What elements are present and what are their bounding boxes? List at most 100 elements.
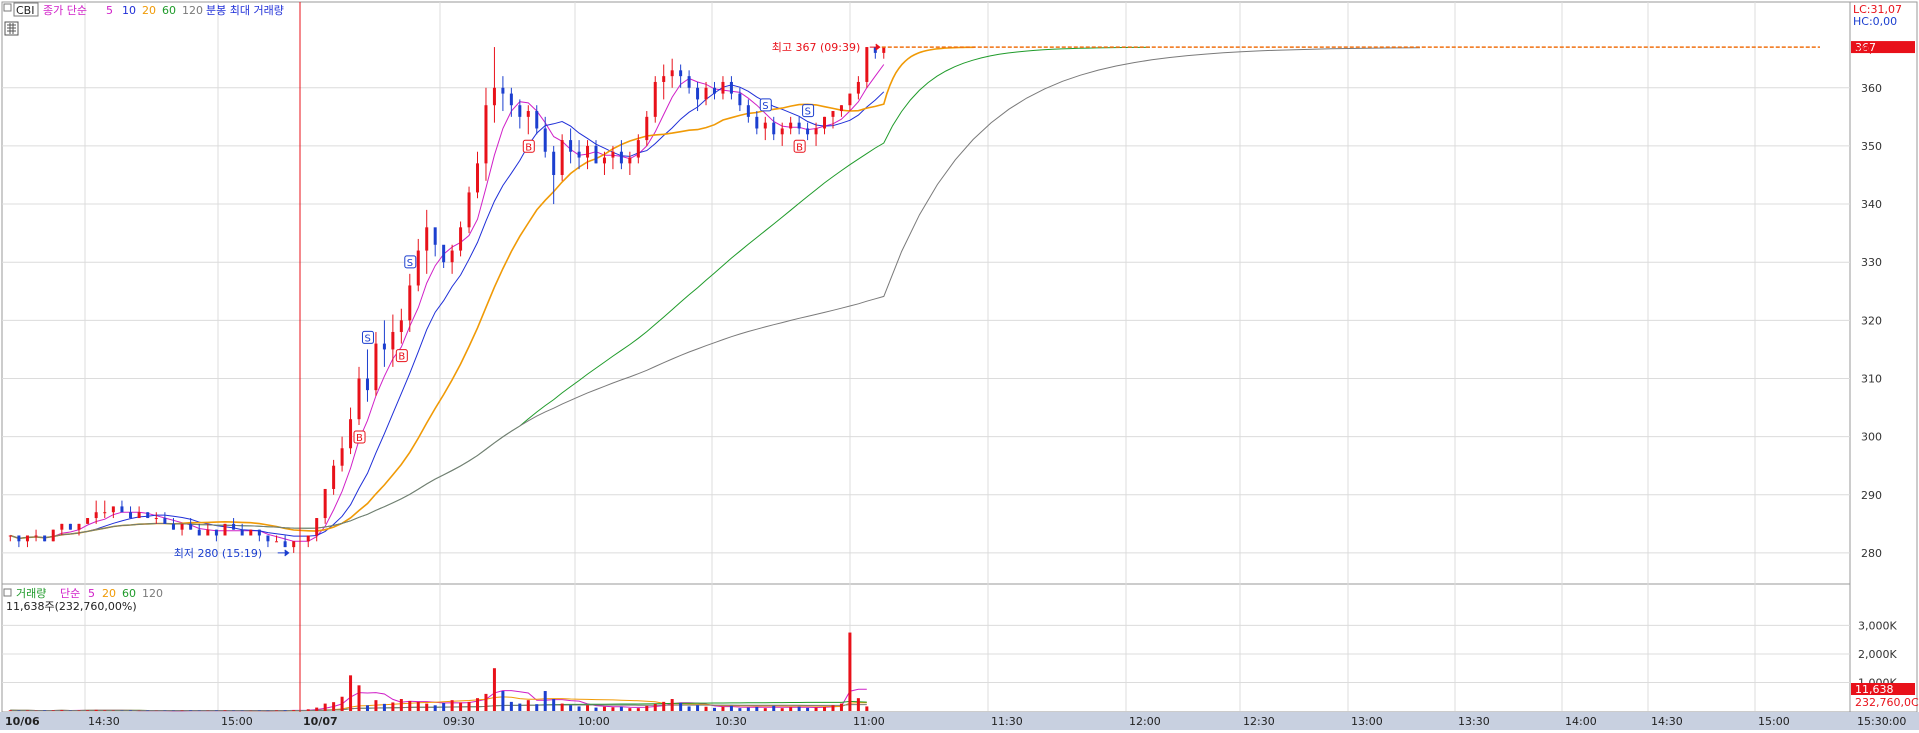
candle-body <box>307 535 310 541</box>
candle-body <box>831 111 834 117</box>
extra-legend: 분봉 최대 거래량 <box>206 4 284 17</box>
candle-body <box>442 245 445 262</box>
candle-body <box>798 123 801 129</box>
buy-signal-letter: B <box>796 142 803 153</box>
candle-body <box>527 111 530 117</box>
candle-body <box>738 94 741 106</box>
volume-bar <box>561 704 564 711</box>
volume-bar <box>307 709 310 711</box>
ma-legend-label: 종가 단순 <box>43 4 87 17</box>
candle-body <box>823 117 826 129</box>
volume-bar <box>349 675 352 711</box>
candle-body <box>17 535 20 541</box>
candle-body <box>772 123 775 135</box>
time-tick-label: 13:00 <box>1351 715 1383 728</box>
volume-bar <box>95 710 98 711</box>
vol-ma5-legend: 5 <box>88 587 95 600</box>
volume-bar <box>611 707 614 711</box>
candle-body <box>730 82 733 94</box>
buy-signal-letter: B <box>356 433 363 444</box>
time-tick-label: 13:30 <box>1458 715 1490 728</box>
volume-bar <box>408 701 411 711</box>
candle-body <box>569 140 572 152</box>
price-tick-label: 310 <box>1861 372 1882 385</box>
last-price-pct: 29,68% <box>1855 43 1897 56</box>
volume-bar <box>78 710 81 711</box>
candle-body <box>383 344 386 350</box>
candle-body <box>510 94 513 106</box>
last-volume-pct: 232,760,0C <box>1855 696 1919 709</box>
volume-legend-checkbox[interactable] <box>4 589 11 596</box>
candle-body <box>671 70 674 76</box>
candle-body <box>434 227 437 244</box>
candle-body <box>315 518 318 535</box>
candle-body <box>26 535 29 541</box>
candle-body <box>391 332 394 349</box>
candle-body <box>721 82 724 94</box>
candle-body <box>628 158 631 164</box>
price-tick-label: 290 <box>1861 489 1882 502</box>
volume-legend-title: 거래량 <box>16 587 46 600</box>
time-tick-label: 10:30 <box>715 715 747 728</box>
candle-body <box>484 105 487 163</box>
volume-bar <box>527 700 530 711</box>
volume-bar <box>468 702 471 711</box>
volume-bar <box>315 708 318 711</box>
volume-bar <box>358 685 361 711</box>
candle-body <box>198 530 201 536</box>
candle-body <box>9 535 12 536</box>
volume-bar <box>730 706 733 711</box>
ma10-legend: 10 <box>122 4 136 17</box>
ma5-legend: 5 <box>106 4 113 17</box>
volume-bar <box>696 705 699 711</box>
time-tick-label: 11:00 <box>853 715 885 728</box>
volume-bar <box>189 710 192 711</box>
volume-bar <box>781 708 784 711</box>
volume-bar <box>103 710 106 711</box>
candle-body <box>544 128 547 151</box>
candle-body <box>815 128 818 134</box>
candle-body <box>275 541 278 542</box>
symbol-label: CBI <box>16 4 34 17</box>
stock-chart[interactable]: BSBSBSBS 2802903003103203303403503601,00… <box>0 0 1919 730</box>
candle-body <box>400 320 403 332</box>
time-tick-label: 15:00 <box>1758 715 1790 728</box>
volume-bar <box>292 710 295 711</box>
candle-body <box>69 524 72 530</box>
time-tick-label: 15:30:00 <box>1857 715 1906 728</box>
time-tick-label: 14:30 <box>88 715 120 728</box>
candle-body <box>713 88 716 94</box>
volume-bar <box>603 707 606 711</box>
volume-bar <box>383 704 386 711</box>
candle-body <box>459 227 462 250</box>
candle-body <box>78 524 81 530</box>
candle-body <box>781 128 784 134</box>
volume-bar <box>713 708 716 711</box>
volume-bar <box>52 710 55 711</box>
volume-bar <box>721 707 724 711</box>
time-tick-label: 09:30 <box>443 715 475 728</box>
volume-bar <box>451 700 454 711</box>
volume-bar <box>391 702 394 711</box>
legend-checkbox[interactable] <box>4 4 11 11</box>
volume-bar <box>86 710 89 711</box>
volume-bar <box>595 708 598 711</box>
ma20-legend: 20 <box>142 4 156 17</box>
candle-body <box>620 152 623 164</box>
price-tick-label: 350 <box>1861 140 1882 153</box>
volume-bar <box>671 699 674 711</box>
low-label: 최저 280 (15:19) <box>174 547 263 560</box>
volume-bar <box>341 697 344 711</box>
volume-bar <box>60 710 63 711</box>
candle-body <box>493 88 496 105</box>
candle-body <box>882 47 885 53</box>
candle-body <box>292 541 295 547</box>
volume-bar <box>129 710 132 711</box>
volume-bar <box>815 708 818 711</box>
candle-body <box>189 524 192 530</box>
volume-bar <box>510 702 513 711</box>
volume-current: 11,638주(232,760,00%) <box>6 600 137 613</box>
candle-body <box>324 489 327 518</box>
vol-ma60-legend: 60 <box>122 587 136 600</box>
volume-bar <box>772 706 775 711</box>
